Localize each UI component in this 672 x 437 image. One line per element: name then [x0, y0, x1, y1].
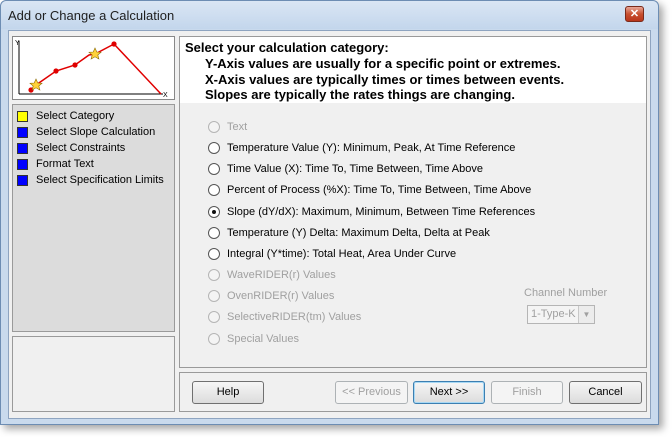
option-label: WaveRIDER(r) Values: [227, 269, 336, 281]
option-label: SelectiveRIDER(tm) Values: [227, 311, 362, 323]
radio-button[interactable]: [208, 269, 220, 281]
close-icon: ✕: [629, 8, 640, 20]
option-label: Slope (dY/dX): Maximum, Minimum, Between…: [227, 206, 536, 218]
title-bar[interactable]: Add or Change a Calculation ✕: [1, 1, 658, 29]
close-button[interactable]: ✕: [625, 6, 644, 22]
radio-button[interactable]: [208, 333, 220, 345]
calculation-thumbnail: Y X: [12, 36, 175, 100]
option-text[interactable]: Text: [208, 119, 247, 135]
category-panel: Select your calculation category: Y-Axis…: [179, 36, 647, 368]
option-slope[interactable]: Slope (dY/dX): Maximum, Minimum, Between…: [208, 204, 535, 220]
radio-button[interactable]: [208, 142, 220, 154]
channel-number-value: 1-Type-K: [531, 308, 576, 320]
left-panel: Y X Select Category Select Slope Calcula…: [12, 36, 175, 412]
option-label: Special Values: [227, 333, 299, 345]
step-label: Format Text: [36, 158, 94, 170]
option-label: Temperature Value (Y): Minimum, Peak, At…: [227, 142, 516, 154]
instructions-line: X-Axis values are typically times or tim…: [205, 72, 565, 87]
step-label: Select Slope Calculation: [36, 126, 156, 138]
step-label: Select Specification Limits: [36, 174, 164, 186]
radio-button[interactable]: [208, 184, 220, 196]
option-label: Text: [227, 121, 248, 133]
option-integral[interactable]: Integral (Y*time): Total Heat, Area Unde…: [208, 246, 456, 262]
cancel-button[interactable]: Cancel: [569, 381, 642, 404]
option-label: Time Value (X): Time To, Time Between, T…: [227, 163, 483, 175]
step-status-icon: [17, 126, 28, 138]
step-label: Select Category: [36, 110, 115, 122]
step-status-icon: [17, 110, 28, 122]
option-selectiverider[interactable]: SelectiveRIDER(tm) Values: [208, 309, 361, 325]
radio-button[interactable]: [208, 311, 220, 323]
profile-graph-icon: Y X: [15, 40, 168, 99]
option-waverider[interactable]: WaveRIDER(r) Values: [208, 267, 336, 283]
left-info-box: [12, 336, 175, 412]
x-axis-label: X: [163, 92, 168, 99]
instructions-line: Slopes are typically the rates things ar…: [205, 87, 515, 102]
instructions-line: Y-Axis values are usually for a specific…: [205, 56, 561, 71]
step-status-icon: [17, 142, 28, 154]
next-button[interactable]: Next >>: [413, 381, 485, 404]
radio-button-selected[interactable]: [208, 206, 220, 218]
window-title: Add or Change a Calculation: [8, 8, 175, 23]
chevron-down-icon[interactable]: ▼: [578, 306, 594, 323]
option-temperature-delta[interactable]: Temperature (Y) Delta: Maximum Delta, De…: [208, 225, 490, 241]
radio-button[interactable]: [208, 121, 220, 133]
step-select-category[interactable]: Select Category: [17, 108, 114, 124]
button-bar: Help << Previous Next >> Finish Cancel: [179, 372, 647, 412]
radio-button[interactable]: [208, 290, 220, 302]
radio-button[interactable]: [208, 248, 220, 260]
instructions-header: Select your calculation category: Y-Axis…: [180, 37, 646, 103]
step-select-slope-calculation[interactable]: Select Slope Calculation: [17, 124, 155, 140]
previous-button[interactable]: << Previous: [335, 381, 408, 404]
instructions-title: Select your calculation category:: [185, 40, 389, 55]
option-label: Integral (Y*time): Total Heat, Area Unde…: [227, 248, 457, 260]
option-temperature-value[interactable]: Temperature Value (Y): Minimum, Peak, At…: [208, 140, 515, 156]
step-status-icon: [17, 158, 28, 170]
step-select-constraints[interactable]: Select Constraints: [17, 140, 125, 156]
dialog-client: Y X Select Category Select Slope Calcula…: [8, 30, 651, 419]
radio-button[interactable]: [208, 227, 220, 239]
wizard-steps-list: Select Category Select Slope Calculation…: [12, 104, 175, 332]
channel-number-label: Channel Number: [524, 287, 608, 299]
option-label: OvenRIDER(r) Values: [227, 290, 335, 302]
step-label: Select Constraints: [36, 142, 126, 154]
radio-button[interactable]: [208, 163, 220, 175]
option-ovenrider[interactable]: OvenRIDER(r) Values: [208, 288, 334, 304]
help-button[interactable]: Help: [192, 381, 264, 404]
step-format-text[interactable]: Format Text: [17, 156, 94, 172]
option-label: Percent of Process (%X): Time To, Time B…: [227, 184, 532, 196]
option-special-values[interactable]: Special Values: [208, 331, 299, 347]
step-status-icon: [17, 174, 28, 186]
option-percent-of-process[interactable]: Percent of Process (%X): Time To, Time B…: [208, 182, 531, 198]
option-time-value[interactable]: Time Value (X): Time To, Time Between, T…: [208, 161, 483, 177]
y-axis-label: Y: [15, 40, 20, 47]
finish-button[interactable]: Finish: [491, 381, 563, 404]
dialog-window: Add or Change a Calculation ✕ Y X Select…: [0, 0, 659, 425]
channel-number-select[interactable]: 1-Type-K ▼: [527, 305, 595, 324]
step-select-specification-limits[interactable]: Select Specification Limits: [17, 172, 164, 188]
option-label: Temperature (Y) Delta: Maximum Delta, De…: [227, 227, 490, 239]
